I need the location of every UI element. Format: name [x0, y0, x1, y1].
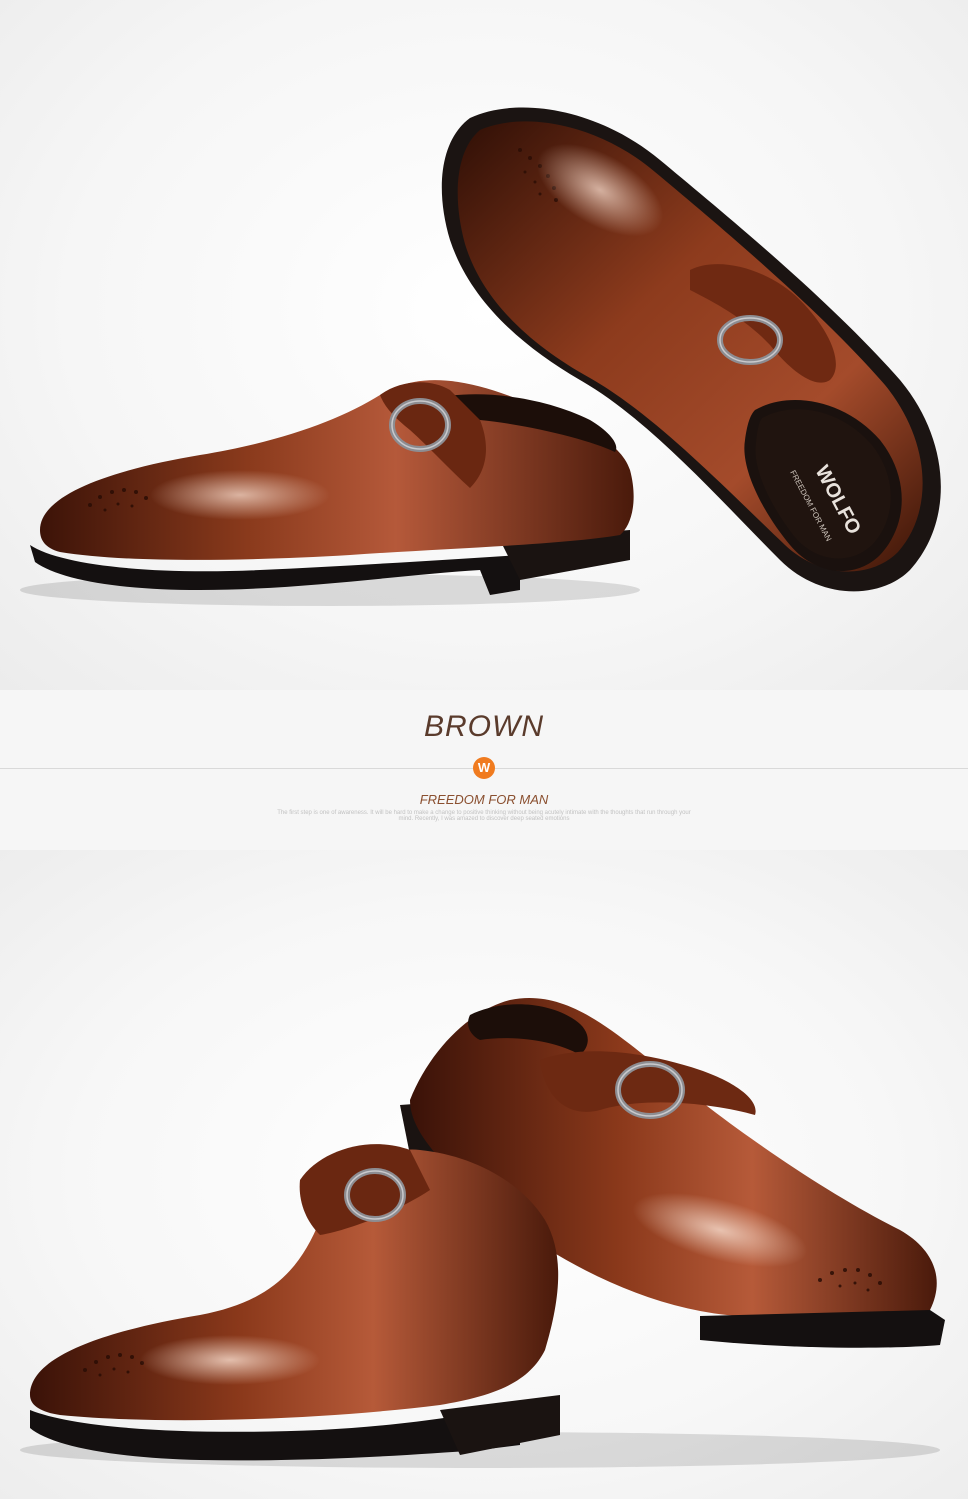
bottom-shoes-illustration: [20, 998, 945, 1468]
color-name-heading: BROWN: [424, 710, 544, 743]
brand-tagline: FREEDOM FOR MAN: [419, 792, 549, 807]
bottom-product-photo: [0, 850, 968, 1499]
shoe-front: [30, 1144, 560, 1461]
top-product-photo: WOLFO FREEDOM FOR MAN: [0, 0, 968, 690]
brand-fine-print: The first step is one of awareness. It w…: [277, 810, 691, 822]
shoe-side-view: [30, 380, 634, 595]
brand-logo-icon: W: [473, 757, 495, 779]
top-shoes-illustration: WOLFO FREEDOM FOR MAN: [20, 107, 941, 606]
